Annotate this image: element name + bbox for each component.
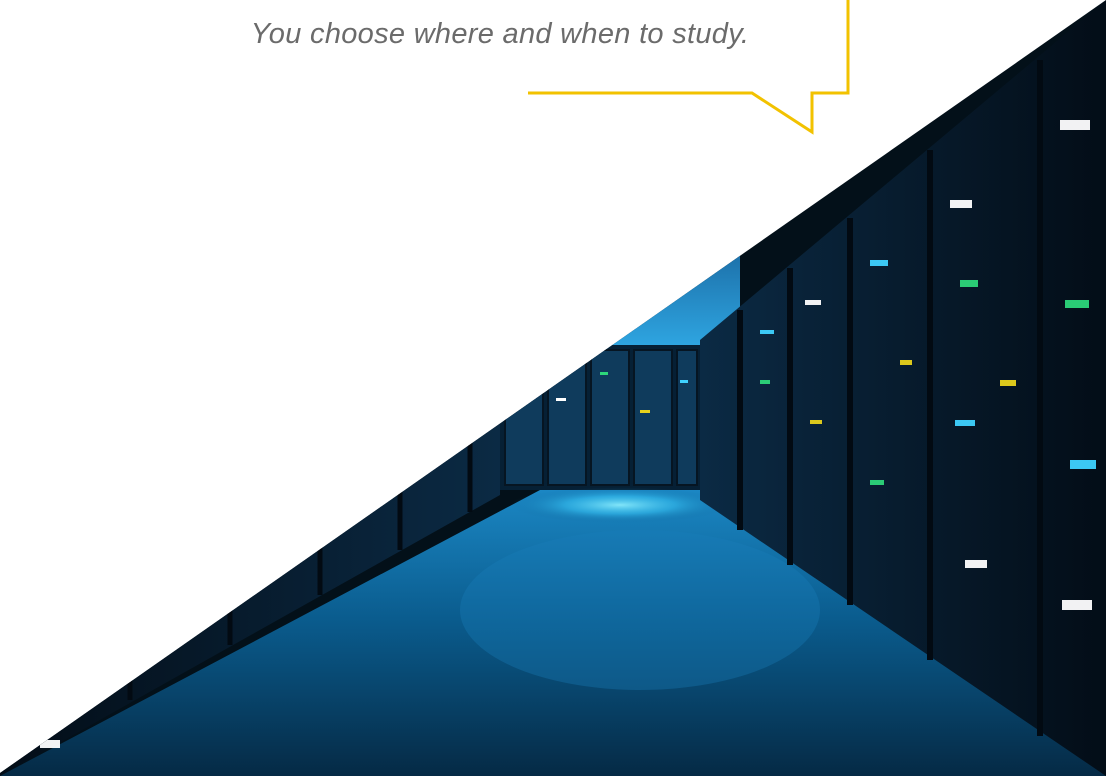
server-room-image — [0, 0, 1106, 776]
